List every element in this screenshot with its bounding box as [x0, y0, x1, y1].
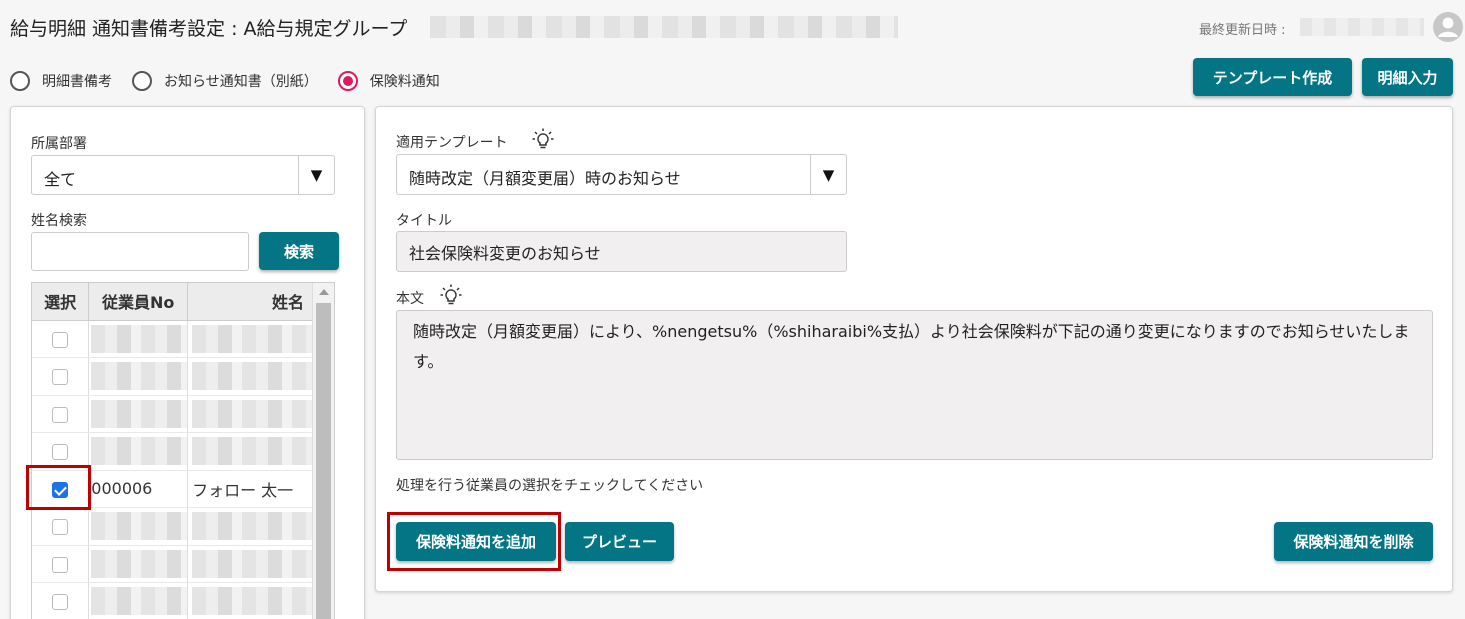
detail-input-button[interactable]: 明細入力: [1362, 58, 1453, 96]
row-checkbox[interactable]: [52, 444, 69, 461]
row-checkbox[interactable]: [52, 556, 69, 573]
redacted-employee-no: [91, 437, 188, 466]
redacted-employee-no: [91, 324, 188, 353]
employee-name-cell: フォロー 太一: [187, 470, 313, 508]
col-employee-no-header: 従業員No: [88, 283, 189, 321]
radio-statement-remarks[interactable]: 明細書備考: [10, 71, 112, 91]
notice-type-radio-group: 明細書備考 お知らせ通知書（別紙） 保険料通知: [10, 71, 460, 91]
template-label: 適用テンプレート: [396, 135, 508, 151]
employee-no-cell: 000006: [88, 470, 189, 508]
radio-button[interactable]: [10, 71, 30, 91]
checkbox-highlight-frame: [26, 465, 91, 510]
row-checkbox[interactable]: [52, 406, 69, 423]
search-button[interactable]: 検索: [259, 232, 339, 270]
template-create-button[interactable]: テンプレート作成: [1193, 58, 1352, 96]
name-search-label: 姓名検索: [31, 213, 87, 229]
row-checkbox[interactable]: [52, 594, 69, 611]
redacted-employee-name: [192, 437, 312, 466]
dept-label: 所属部署: [31, 136, 87, 152]
radio-insurance-notice[interactable]: 保険料通知: [337, 71, 440, 91]
row-checkbox[interactable]: [52, 519, 69, 536]
redacted-employee-no: [91, 512, 188, 541]
title-input[interactable]: [396, 231, 847, 272]
row-checkbox[interactable]: [52, 331, 69, 348]
radio-notice-separate[interactable]: お知らせ通知書（別紙）: [132, 71, 318, 91]
redacted-employee-no: [91, 549, 188, 578]
scroll-up-arrow-icon[interactable]: [319, 289, 329, 295]
employee-table: 選択 従業員No 姓名 000006 フォロー 太一: [31, 282, 335, 619]
lightbulb-hint-icon[interactable]: [440, 284, 462, 306]
last-updated-label: 最終更新日時 :: [1199, 23, 1286, 38]
redacted-employee-name: [192, 512, 312, 541]
dept-select[interactable]: 全て ▼: [31, 155, 335, 195]
template-select[interactable]: 随時改定（月額変更届）時のお知らせ ▼: [396, 154, 847, 195]
redacted-employee-name: [192, 399, 312, 428]
body-label: 本文: [396, 291, 424, 307]
col-select-header: 選択: [32, 283, 90, 321]
col-name-header: 姓名: [187, 283, 313, 321]
table-row: [32, 320, 313, 358]
redacted-employee-name: [192, 587, 312, 616]
table-row: [32, 507, 313, 546]
redacted-employee-name: [192, 362, 312, 391]
scrollbar-thumb[interactable]: [316, 303, 331, 619]
redacted-employee-no: [91, 399, 188, 428]
page-title: 給与明細 通知書備考設定 : A給与規定グループ: [10, 18, 408, 40]
employee-filter-panel: 所属部署 全て ▼ 姓名検索 検索 選択 従業員No 姓名 000006 フォロ…: [10, 106, 365, 619]
radio-button[interactable]: [132, 71, 152, 91]
redacted-employee-name: [192, 324, 312, 353]
table-header-row: 選択 従業員No 姓名: [32, 283, 313, 321]
redacted-employee-name: [192, 549, 312, 578]
selection-hint: 処理を行う従業員の選択をチェックしてください: [396, 478, 704, 494]
table-scrollbar[interactable]: [312, 283, 334, 619]
lightbulb-hint-icon[interactable]: [532, 128, 554, 150]
name-search-input[interactable]: [31, 232, 249, 271]
body-textarea[interactable]: 随時改定（月額変更届）により、%nengetsu%（%shiharaibi%支払…: [396, 310, 1433, 460]
delete-insurance-notice-button[interactable]: 保険料通知を削除: [1274, 522, 1433, 561]
preview-button[interactable]: プレビュー: [565, 522, 674, 561]
user-avatar-icon[interactable]: [1433, 12, 1463, 42]
dropdown-arrow-icon[interactable]: ▼: [298, 156, 334, 194]
row-checkbox[interactable]: [52, 369, 69, 386]
table-row: [32, 582, 313, 619]
table-row: [32, 545, 313, 583]
redacted-employee-no: [91, 587, 188, 616]
dropdown-arrow-icon[interactable]: ▼: [810, 155, 846, 194]
table-row: [32, 395, 313, 433]
title-label: タイトル: [396, 213, 452, 229]
redacted-updated-date: [1300, 18, 1424, 36]
redacted-employee-no: [91, 362, 188, 391]
table-row: [32, 357, 313, 396]
radio-button-selected[interactable]: [337, 71, 358, 91]
add-button-highlight-frame: [387, 512, 561, 571]
redacted-group-name: [430, 16, 898, 38]
